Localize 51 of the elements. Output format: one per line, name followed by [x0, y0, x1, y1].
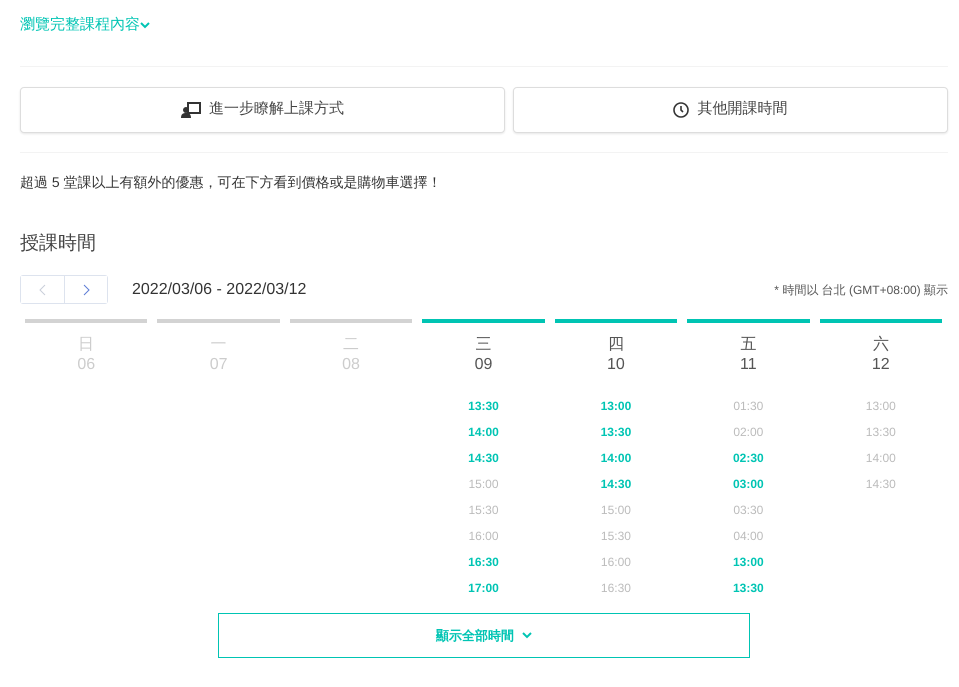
time-slot: 16:30 — [600, 574, 631, 601]
date-label: 09 — [474, 355, 494, 376]
weekday-label: 六 — [872, 335, 890, 354]
time-slot[interactable]: 16:30 — [468, 548, 499, 575]
date-range: 2022/03/06 - 2022/03/12 — [132, 280, 306, 300]
date-label: 12 — [870, 355, 891, 376]
teaching-method-button[interactable]: 進一步瞭解上課方式 — [20, 86, 504, 132]
time-slot: 02:00 — [733, 418, 764, 445]
date-label: 10 — [606, 355, 626, 376]
time-slot[interactable]: 14:00 — [468, 418, 499, 445]
time-slot[interactable]: 14:00 — [600, 444, 632, 471]
time-slot[interactable]: 13:30 — [733, 574, 764, 601]
chevron-down-icon — [522, 631, 532, 640]
chevron-left-icon — [39, 284, 46, 296]
time-slot[interactable]: 13:00 — [733, 548, 764, 575]
weekday-label: 五 — [739, 335, 758, 354]
time-slot[interactable]: 02:30 — [733, 444, 764, 471]
time-slot: 16:00 — [600, 548, 631, 575]
time-slot: 04:00 — [733, 522, 764, 549]
clock-icon — [673, 102, 690, 118]
time-slot: 15:00 — [468, 470, 498, 497]
date-label: 11 — [739, 355, 758, 376]
time-slot: 15:30 — [468, 496, 498, 523]
next-week-button[interactable] — [64, 276, 107, 304]
chevron-right-icon — [82, 284, 90, 296]
time-slot: 03:30 — [733, 496, 764, 523]
time-slot: 15:00 — [600, 496, 631, 523]
time-slot[interactable]: 13:00 — [600, 392, 632, 419]
timezone-note: * 時間以 台北 (GMT+08:00) 顯示 — [774, 282, 948, 299]
time-slot: 14:30 — [866, 470, 896, 497]
time-slot[interactable]: 14:30 — [468, 444, 499, 471]
time-slot[interactable]: 13:30 — [468, 392, 499, 419]
show-all-times-button[interactable]: 顯示全部時間 — [218, 612, 750, 658]
course-content-link[interactable]: 瀏覽完整課程內容 — [20, 14, 150, 36]
time-slot[interactable]: 14:30 — [600, 470, 632, 497]
weekday-label: 三 — [474, 335, 492, 354]
time-slot: 13:00 — [866, 392, 896, 419]
time-slot: 01:30 — [733, 392, 764, 419]
time-slot[interactable]: 17:00 — [468, 574, 499, 601]
time-slot: 16:00 — [468, 522, 498, 549]
time-slot: 14:00 — [866, 444, 896, 471]
time-slot: 15:30 — [600, 522, 631, 549]
time-slot: 13:30 — [866, 418, 896, 445]
time-slot[interactable]: 03:00 — [733, 470, 764, 497]
section-title: 授課時間 — [20, 232, 97, 256]
discount-notice: 超過 5 堂課以上有額外的優惠，可在下方看到價格或是購物車選擇！ — [20, 172, 443, 192]
chevron-down-icon — [140, 21, 150, 30]
other-times-button[interactable]: 其他開課時間 — [512, 86, 948, 132]
weekday-label: 四 — [606, 335, 625, 354]
teacher-board-icon — [180, 102, 201, 118]
time-slot[interactable]: 13:30 — [600, 418, 632, 445]
